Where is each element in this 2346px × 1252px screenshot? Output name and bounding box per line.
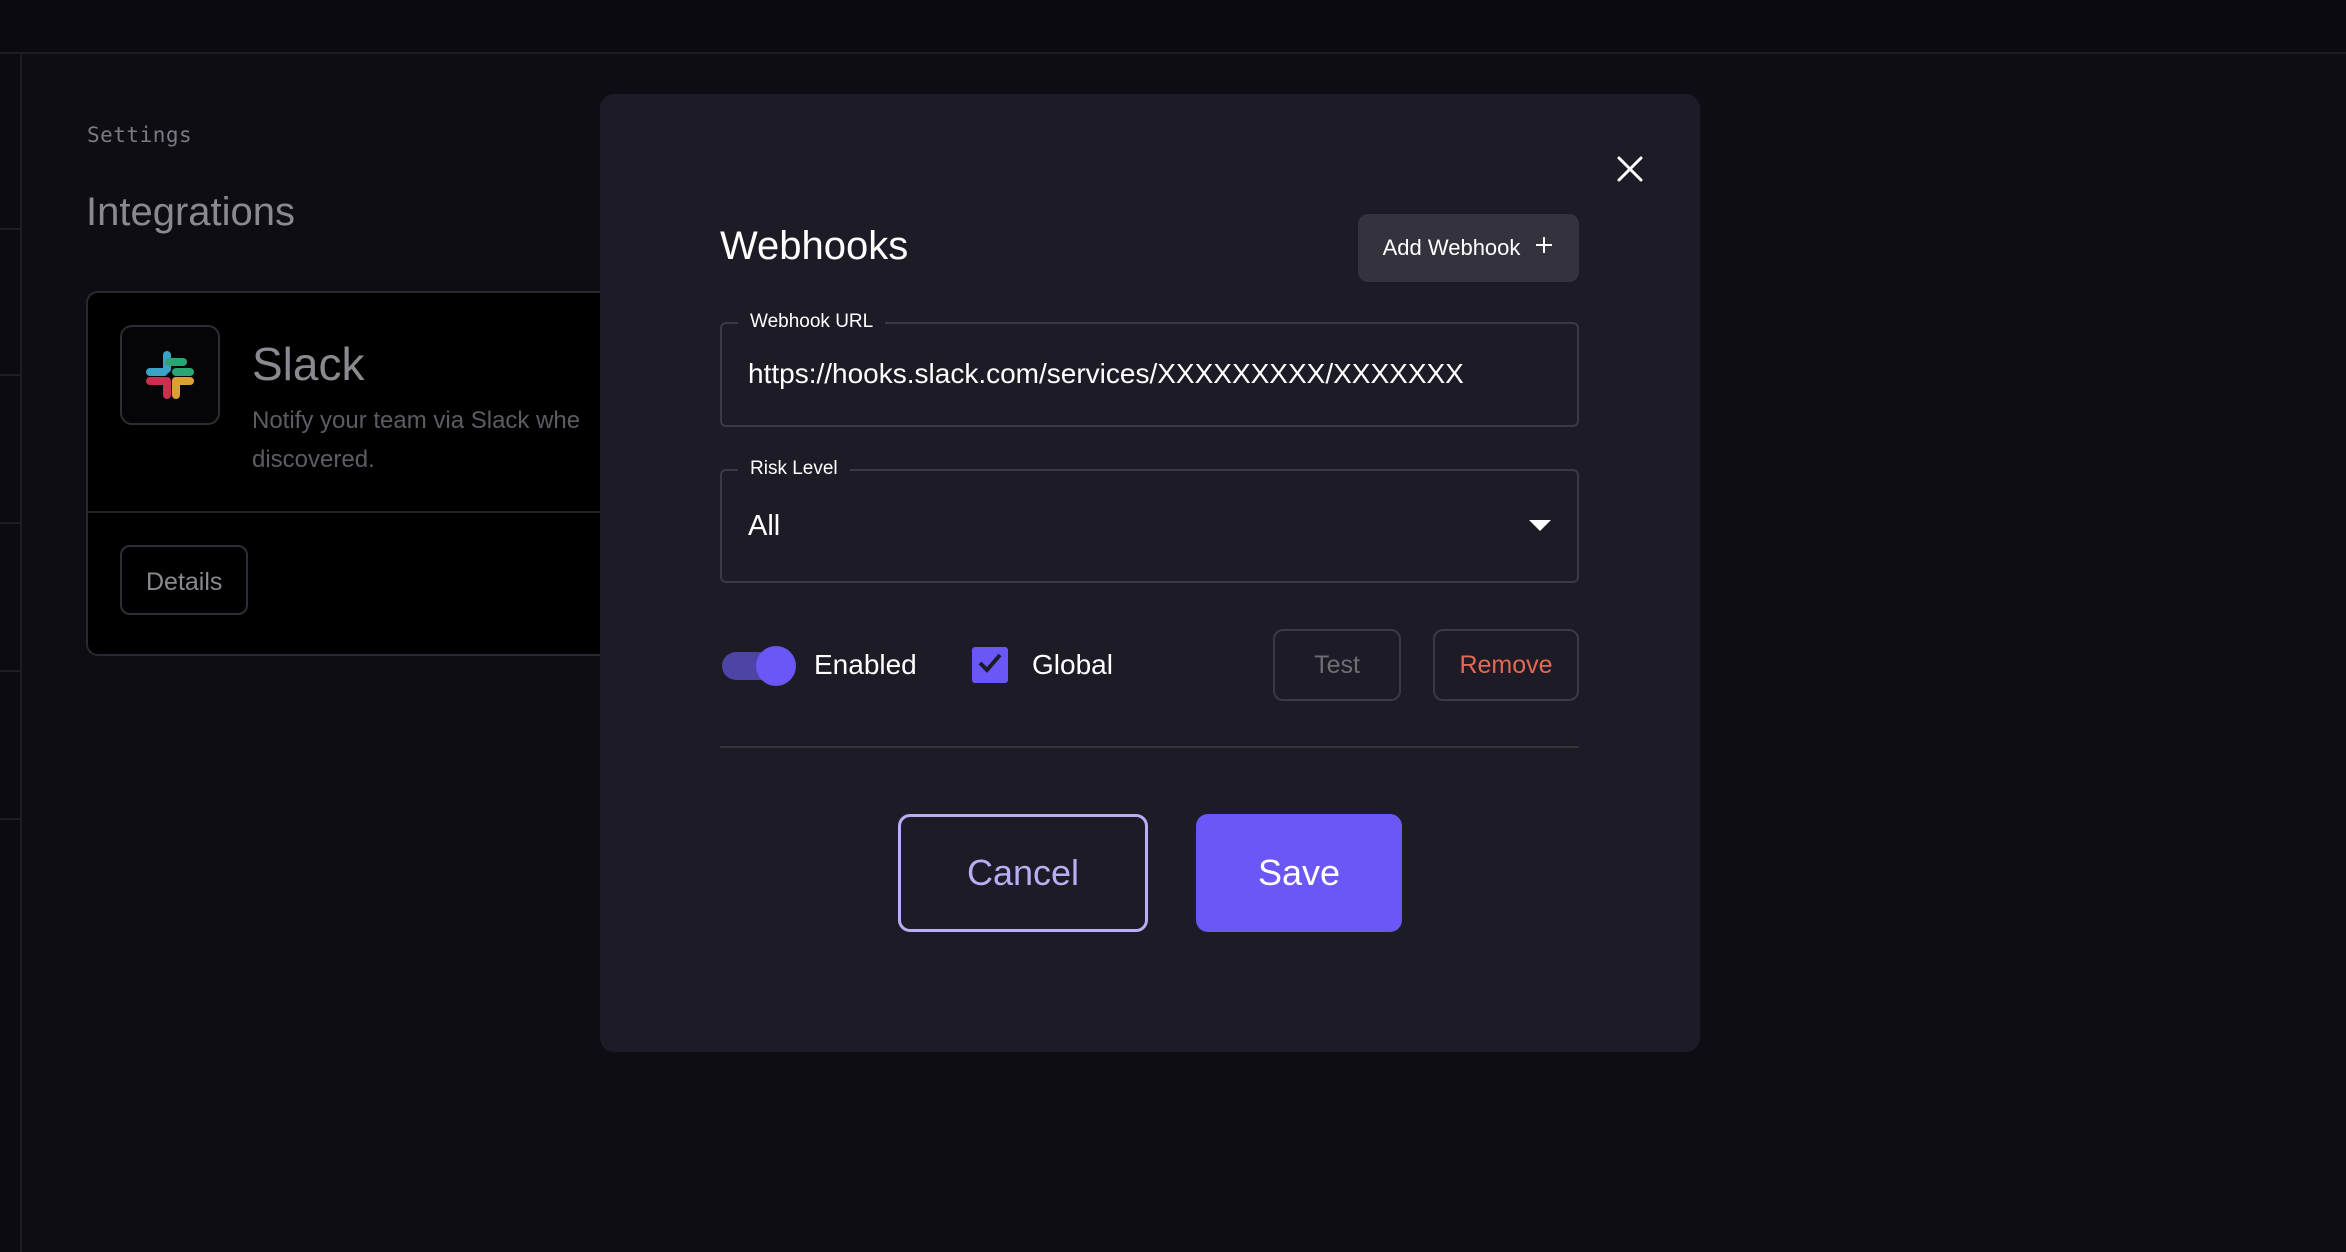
top-bar — [0, 0, 2346, 54]
global-label: Global — [1032, 649, 1113, 680]
sidebar-divider — [0, 228, 20, 230]
page-title: Integrations — [86, 190, 296, 234]
webhook-url-field[interactable]: Webhook URL https://hooks.slack.com/serv… — [720, 308, 1579, 427]
risk-level-select[interactable]: Risk Level All — [720, 455, 1579, 583]
card-title: Slack — [252, 338, 365, 390]
global-checkbox[interactable] — [972, 647, 1008, 683]
enabled-label: Enabled — [814, 649, 917, 680]
card-description-line: discovered. — [252, 446, 375, 473]
close-icon — [1616, 155, 1644, 188]
details-button[interactable]: Details — [120, 545, 249, 615]
card-logo — [120, 325, 220, 425]
enabled-toggle[interactable] — [720, 646, 796, 686]
close-button[interactable] — [1608, 149, 1652, 193]
add-webhook-label: Add Webhook — [1382, 235, 1521, 260]
card-description: Notify your team via Slack whe discovere… — [252, 401, 632, 479]
toggle-knob — [756, 646, 796, 686]
risk-level-label: Risk Level — [738, 455, 850, 483]
add-webhook-button[interactable]: Add Webhook — [1358, 214, 1579, 282]
webhook-url-label: Webhook URL — [738, 308, 886, 336]
sidebar-divider — [0, 670, 20, 672]
webhook-url-input[interactable]: https://hooks.slack.com/services/XXXXXXX… — [748, 358, 1464, 390]
webhooks-modal: Webhooks Add Webhook Webhook URL https:/… — [600, 94, 1700, 1052]
card-description-line: Notify your team via Slack whe — [252, 407, 581, 434]
sidebar-divider — [0, 818, 20, 820]
risk-level-value: All — [748, 510, 781, 542]
left-sidebar — [0, 54, 22, 1252]
modal-divider — [720, 746, 1579, 748]
cancel-button[interactable]: Cancel — [898, 814, 1148, 932]
plus-icon — [1534, 235, 1554, 261]
breadcrumb: Settings — [87, 123, 193, 147]
caret-down-icon — [1529, 519, 1551, 537]
slack-integration-card: Slack Notify your team via Slack whe dis… — [86, 291, 650, 656]
test-button[interactable]: Test — [1273, 629, 1401, 701]
remove-button[interactable]: Remove — [1433, 629, 1579, 701]
sidebar-divider — [0, 374, 20, 376]
sidebar-divider — [0, 522, 20, 524]
checkmark-icon — [977, 652, 1003, 679]
modal-title: Webhooks — [720, 224, 909, 268]
save-button[interactable]: Save — [1196, 814, 1402, 932]
card-divider — [88, 511, 648, 513]
